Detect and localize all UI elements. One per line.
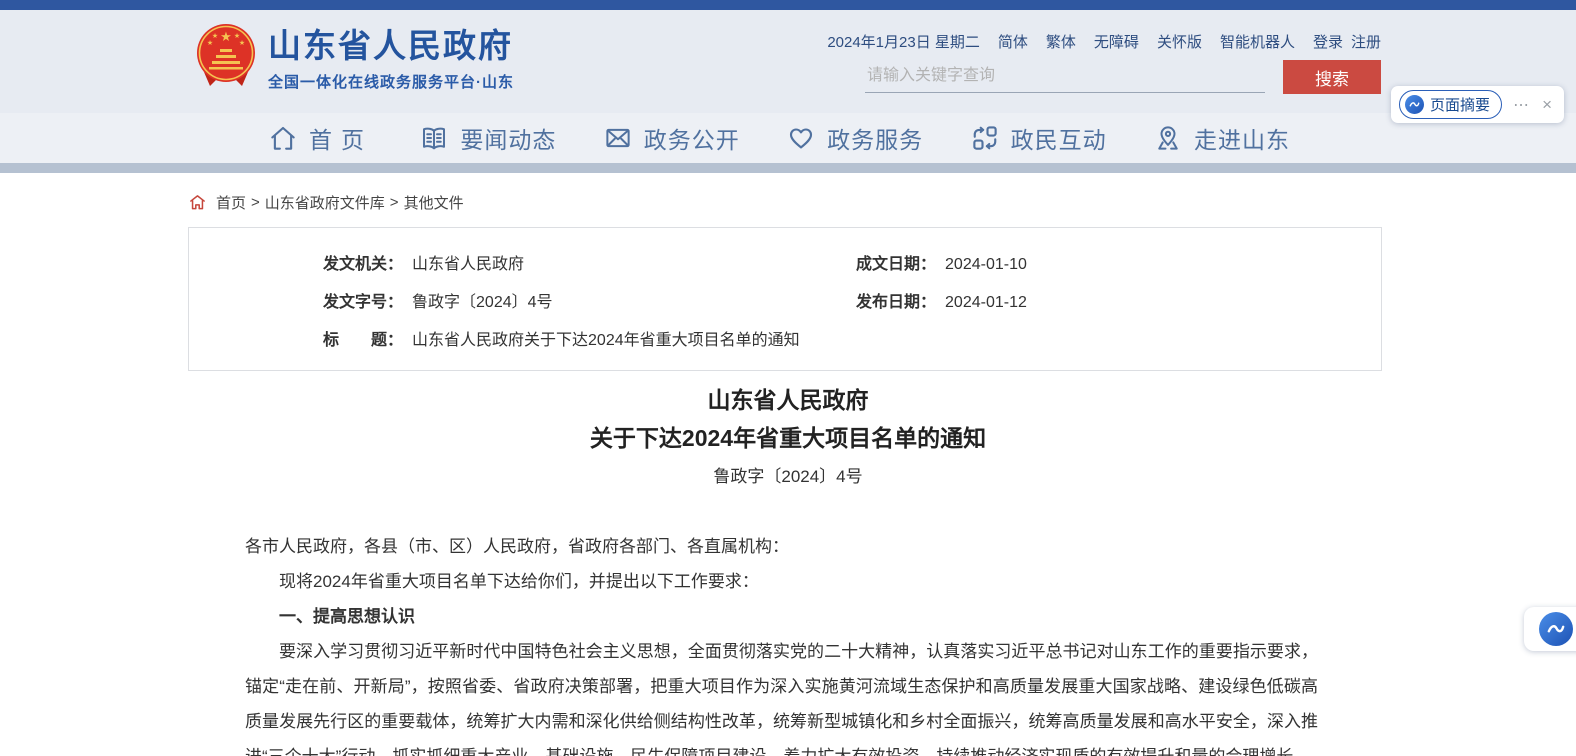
nav-item-home[interactable]: 首页 [268, 121, 373, 155]
breadcrumb-item-library[interactable]: 山东省政府文件库 [265, 192, 385, 213]
meta-value: 鲁政字〔2024〕4号 [412, 294, 553, 311]
meta-value: 山东省人民政府 [412, 256, 524, 273]
nav-bottom-strip [0, 163, 1576, 173]
breadcrumb-separator: > [390, 194, 399, 211]
envelope-icon [603, 123, 633, 153]
svg-text:★: ★ [207, 39, 213, 47]
document-body: 各市人民政府，各县（市、区）人民政府，省政府各部门、各直属机构： 现将2024年… [245, 529, 1318, 756]
site-title-block: 山东省人民政府 全国一体化在线政务服务平台·山东 [268, 28, 514, 92]
document-title-line1: 山东省人民政府 [0, 388, 1576, 412]
register-link[interactable]: 注册 [1351, 31, 1381, 52]
ai-assistant-icon [1405, 95, 1424, 114]
nav-item-label: 政务服务 [827, 121, 923, 155]
meta-label: 发文机关： [323, 256, 403, 273]
link-simplified-chinese[interactable]: 简体 [998, 31, 1028, 52]
ai-assistant-icon [1539, 612, 1573, 646]
search-button[interactable]: 搜索 [1283, 60, 1381, 94]
meta-publish-date: 发布日期： 2024-01-12 [856, 288, 1361, 312]
meta-label: 发布日期： [856, 294, 936, 311]
heart-icon [786, 123, 816, 153]
meta-label: 发文字号： [323, 294, 403, 311]
page: ★ ★ ★ ★ ★ 山东省人民政府 全国一体化在线政务服务平台·山东 2024年… [0, 0, 1576, 756]
main-nav: 首页 要闻动态 政务公开 [268, 113, 1290, 163]
section1-heading: 一、提高思想认识 [245, 599, 1318, 634]
nav-item-visit-shandong[interactable]: 走进山东 [1153, 121, 1290, 155]
svg-text:★: ★ [220, 29, 232, 44]
top-accent-bar [0, 0, 1576, 10]
home-icon [268, 123, 298, 153]
interaction-arrows-icon [970, 123, 1000, 153]
nav-item-label: 要闻动态 [460, 121, 556, 155]
nav-item-label: 政民互动 [1011, 121, 1107, 155]
page-summary-label: 页面摘要 [1430, 94, 1490, 115]
auth-links: 登录 注册 [1313, 31, 1381, 52]
ellipsis-icon[interactable]: ⋯ [1513, 95, 1530, 115]
document-title-line2: 关于下达2024年省重大项目名单的通知 [0, 426, 1576, 450]
nav-item-services[interactable]: 政务服务 [786, 121, 923, 155]
meta-written-date: 成文日期： 2024-01-10 [856, 250, 1361, 274]
meta-value: 2024-01-12 [945, 294, 1027, 311]
nav-item-label: 政务公开 [644, 121, 740, 155]
login-link[interactable]: 登录 [1313, 31, 1343, 52]
page-summary-popup: 页面摘要 ⋯ × [1391, 86, 1564, 123]
nav-item-label: 首页 [309, 121, 373, 155]
breadcrumb-item-home[interactable]: 首页 [216, 192, 246, 213]
document-area: 首页 > 山东省政府文件库 > 其他文件 发文机关： 山东省人民政府 成文日期： 2… [0, 173, 1576, 756]
current-date: 2024年1月23日 星期二 [827, 31, 980, 52]
section1-body: 要深入学习贯彻习近平新时代中国特色社会主义思想，全面贯彻落实党的二十大精神，认真… [245, 634, 1318, 756]
svg-text:★: ★ [239, 39, 245, 47]
meta-value: 2024-01-10 [945, 256, 1027, 273]
close-icon[interactable]: × [1542, 96, 1552, 113]
map-pin-icon [1153, 123, 1183, 153]
svg-text:★: ★ [212, 32, 218, 40]
link-accessibility[interactable]: 无障碍 [1094, 31, 1139, 52]
national-emblem-icon[interactable]: ★ ★ ★ ★ ★ [194, 22, 258, 88]
meta-label: 成文日期： [856, 256, 936, 273]
meta-issuing-org: 发文机关： 山东省人民政府 [323, 250, 856, 274]
link-traditional-chinese[interactable]: 繁体 [1046, 31, 1076, 52]
salutation: 各市人民政府，各县（市、区）人民政府，省政府各部门、各直属机构： [245, 529, 1318, 564]
document-number: 鲁政字〔2024〕4号 [0, 467, 1576, 487]
nav-item-gov-affairs[interactable]: 政务公开 [603, 121, 740, 155]
site-title: 山东省人民政府 [268, 28, 514, 64]
document-meta-box: 发文机关： 山东省人民政府 成文日期： 2024-01-10 发文字号： 鲁政字〔20… [188, 227, 1382, 371]
top-links: 2024年1月23日 星期二 简体 繁体 无障碍 关怀版 智能机器人 登录 注册 [827, 31, 1381, 52]
site-subtitle: 全国一体化在线政务服务平台·山东 [268, 71, 514, 92]
svg-text:★: ★ [234, 32, 240, 40]
meta-title: 标 题： 山东省人民政府关于下达2024年省重大项目名单的通知 [323, 326, 1361, 350]
ai-assistant-fab[interactable] [1524, 607, 1576, 651]
document-title-block: 山东省人民政府 关于下达2024年省重大项目名单的通知 鲁政字〔2024〕4号 [0, 388, 1576, 487]
nav-item-label: 走进山东 [1194, 121, 1290, 155]
meta-value: 山东省人民政府关于下达2024年省重大项目名单的通知 [412, 332, 800, 349]
intro-paragraph: 现将2024年省重大项目名单下达给你们，并提出以下工作要求： [245, 564, 1318, 599]
breadcrumb-item-current: 其他文件 [404, 192, 464, 213]
home-icon [188, 193, 207, 212]
link-care-version[interactable]: 关怀版 [1157, 31, 1202, 52]
page-summary-button[interactable]: 页面摘要 [1399, 90, 1502, 119]
meta-label: 标 题： [323, 332, 403, 349]
breadcrumb-separator: > [251, 194, 260, 211]
nav-item-news[interactable]: 要闻动态 [419, 121, 556, 155]
meta-doc-number: 发文字号： 鲁政字〔2024〕4号 [323, 288, 856, 312]
breadcrumb: 首页 > 山东省政府文件库 > 其他文件 [188, 192, 1576, 213]
search-input[interactable] [865, 60, 1265, 93]
book-icon [419, 123, 449, 153]
link-smart-robot[interactable]: 智能机器人 [1220, 31, 1295, 52]
nav-item-interaction[interactable]: 政民互动 [970, 121, 1107, 155]
